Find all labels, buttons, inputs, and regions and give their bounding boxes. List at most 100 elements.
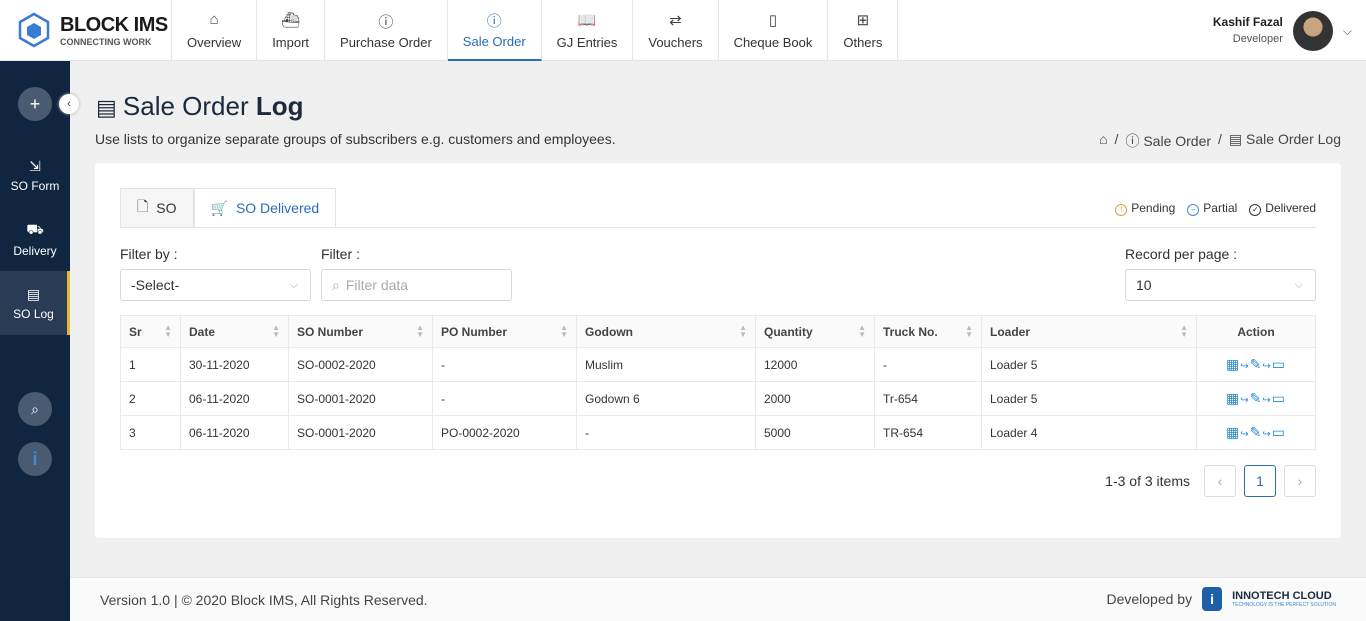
title-light: Sale Order bbox=[122, 91, 249, 121]
table-cell: Muslim bbox=[576, 347, 756, 382]
dev-name: INNOTECH CLOUD bbox=[1232, 590, 1332, 602]
nav-label: Others bbox=[843, 35, 883, 50]
breadcrumb: ⌂ / ⓘ Sale Order / ▤ Sale Order Log bbox=[1099, 131, 1341, 151]
user-menu[interactable]: Kashif Fazal Developer ⌵ bbox=[1213, 11, 1352, 51]
table-icon: ▤ bbox=[96, 95, 123, 120]
sort-icon: ▲ ▼ bbox=[858, 323, 866, 339]
nav-others[interactable]: ⊞ Others bbox=[828, 0, 899, 61]
pagination-summary: 1-3 of 3 items bbox=[1105, 473, 1190, 489]
footer: Version 1.0 | © 2020 Block IMS, All Righ… bbox=[70, 577, 1366, 621]
sidebar-item-so-log[interactable]: ▤ SO Log bbox=[0, 271, 70, 335]
edit-icon[interactable]: ✎ bbox=[1250, 390, 1263, 406]
nav-overview[interactable]: ⌂ Overview bbox=[172, 0, 258, 61]
table-cell: 2 bbox=[120, 381, 181, 416]
legend-partial: − Partial bbox=[1187, 201, 1237, 216]
table-cell: - bbox=[432, 347, 577, 382]
filter-by-select[interactable]: -Select- ⌵ bbox=[120, 269, 311, 301]
table-cell: - bbox=[576, 415, 756, 450]
table-cell: PO-0002-2020 bbox=[432, 415, 577, 450]
nav-gj-entries[interactable]: 📖 GJ Entries bbox=[542, 0, 634, 61]
column-header[interactable]: Action bbox=[1196, 315, 1316, 348]
book-icon[interactable]: ▭ bbox=[1272, 356, 1286, 372]
nav-import[interactable]: ⛴ Import bbox=[257, 0, 326, 61]
column-header[interactable]: Godown ▲ ▼ bbox=[576, 315, 756, 348]
column-header[interactable]: Sr ▲ ▼ bbox=[120, 315, 181, 348]
table-cell: 30-11-2020 bbox=[180, 347, 289, 382]
sidebar-item-so-form[interactable]: ⇲ SO Form bbox=[0, 143, 70, 207]
page-1-button[interactable]: 1 bbox=[1244, 465, 1276, 497]
sidebar-label: SO Form bbox=[10, 178, 60, 193]
table-cell: 2000 bbox=[755, 381, 875, 416]
prev-page-button[interactable]: ‹ bbox=[1204, 465, 1236, 497]
nav-label: Cheque Book bbox=[733, 35, 813, 50]
nav-label: Sale Order bbox=[462, 34, 526, 49]
table-cell: 06-11-2020 bbox=[180, 381, 289, 416]
edit-icon[interactable]: ✎ bbox=[1250, 356, 1263, 372]
column-header[interactable]: Loader ▲ ▼ bbox=[981, 315, 1197, 348]
column-header[interactable]: Truck No. ▲ ▼ bbox=[874, 315, 982, 348]
edit-icon[interactable]: ✎ bbox=[1250, 424, 1263, 440]
nav-label: Overview bbox=[187, 35, 242, 50]
partial-icon: − bbox=[1187, 204, 1200, 216]
logo-icon bbox=[18, 12, 50, 48]
filter-label: Filter : bbox=[321, 246, 360, 262]
tab-so[interactable]: 🗋 SO bbox=[120, 188, 194, 228]
search-button[interactable]: ⌕ bbox=[18, 392, 52, 426]
sidebar-label: Delivery bbox=[13, 243, 57, 258]
title-bold: Log bbox=[255, 91, 304, 121]
info-logo-icon[interactable]: i bbox=[18, 442, 52, 476]
search-icon: ⌕ bbox=[332, 276, 340, 293]
sort-icon: ▲ ▼ bbox=[1180, 323, 1188, 339]
nav-icon: ⇄ bbox=[669, 12, 682, 29]
action-cell: ▦↪✎↪▭ bbox=[1196, 415, 1316, 450]
filter-input[interactable]: ⌕ Filter data bbox=[321, 269, 512, 301]
delivered-icon: ✓ bbox=[1249, 204, 1262, 216]
column-header[interactable]: SO Number ▲ ▼ bbox=[288, 315, 433, 348]
sidebar-icon: ⇲ bbox=[29, 157, 41, 174]
nav-icon: ⌂ bbox=[209, 11, 219, 28]
nav-icon: ▯ bbox=[768, 12, 778, 29]
nav-icon: ⛴ bbox=[281, 12, 301, 29]
breadcrumb-sale-order[interactable]: ⓘ Sale Order bbox=[1125, 131, 1211, 151]
next-page-button[interactable]: › bbox=[1284, 465, 1316, 497]
copyright: Version 1.0 | © 2020 Block IMS, All Righ… bbox=[100, 592, 428, 608]
sidebar-item-delivery[interactable]: ⛟ Delivery bbox=[0, 207, 70, 271]
nav-icon: 📖 bbox=[577, 12, 597, 29]
nav-icon: ⓘ bbox=[378, 14, 394, 31]
view-grid-icon[interactable]: ▦ bbox=[1226, 390, 1240, 406]
table-cell: Loader 5 bbox=[981, 347, 1197, 382]
table-cell: 3 bbox=[120, 415, 181, 450]
table-cell: 5000 bbox=[755, 415, 875, 450]
column-header[interactable]: Date ▲ ▼ bbox=[180, 315, 289, 348]
avatar bbox=[1292, 11, 1333, 51]
sort-icon: ▲ ▼ bbox=[560, 323, 568, 339]
table-row: 3 06-11-2020 SO-0001-2020 PO-0002-2020-5000… bbox=[120, 415, 1316, 450]
home-icon[interactable]: ⌂ bbox=[1099, 131, 1107, 151]
nav-purchase-order[interactable]: ⓘ Purchase Order bbox=[325, 0, 448, 61]
log-card: 🗋 SO 🛒 SO Delivered ! Pending − Partial ✓ Deliv… bbox=[95, 163, 1341, 538]
sort-icon: ▲ ▼ bbox=[272, 323, 280, 339]
column-header[interactable]: Quantity ▲ ▼ bbox=[755, 315, 875, 348]
cart-icon: 🛒 bbox=[210, 199, 228, 216]
brand-logo[interactable]: BLOCK IMS CONNECTING WORK bbox=[0, 0, 172, 60]
nav-icon: ⊞ bbox=[856, 12, 870, 29]
pending-icon: ! bbox=[1115, 204, 1128, 216]
pagination: 1-3 of 3 items ‹ 1 › bbox=[1105, 465, 1316, 497]
table-cell: 06-11-2020 bbox=[180, 415, 289, 450]
book-icon[interactable]: ▭ bbox=[1272, 424, 1286, 440]
dev-tagline: TECHNOLOGY IS THE PERFECT SOLUTION bbox=[1232, 602, 1336, 608]
view-grid-icon[interactable]: ▦ bbox=[1226, 356, 1240, 372]
sort-icon: ▲ ▼ bbox=[739, 323, 747, 339]
nav-vouchers[interactable]: ⇄ Vouchers bbox=[633, 0, 719, 61]
table-cell: TR-654 bbox=[874, 415, 982, 450]
view-grid-icon[interactable]: ▦ bbox=[1226, 424, 1240, 440]
record-per-page-select[interactable]: 10 ⌵ bbox=[1125, 269, 1316, 301]
column-header[interactable]: PO Number ▲ ▼ bbox=[432, 315, 577, 348]
book-icon[interactable]: ▭ bbox=[1272, 390, 1286, 406]
nav-cheque-book[interactable]: ▯ Cheque Book bbox=[719, 0, 829, 61]
sort-icon: ▲ ▼ bbox=[416, 323, 424, 339]
file-plus-icon: 🗋 bbox=[137, 198, 149, 214]
add-button[interactable]: + bbox=[18, 87, 52, 121]
tab-so-delivered[interactable]: 🛒 SO Delivered bbox=[193, 188, 337, 228]
nav-sale-order[interactable]: ⓘ Sale Order bbox=[447, 0, 542, 61]
